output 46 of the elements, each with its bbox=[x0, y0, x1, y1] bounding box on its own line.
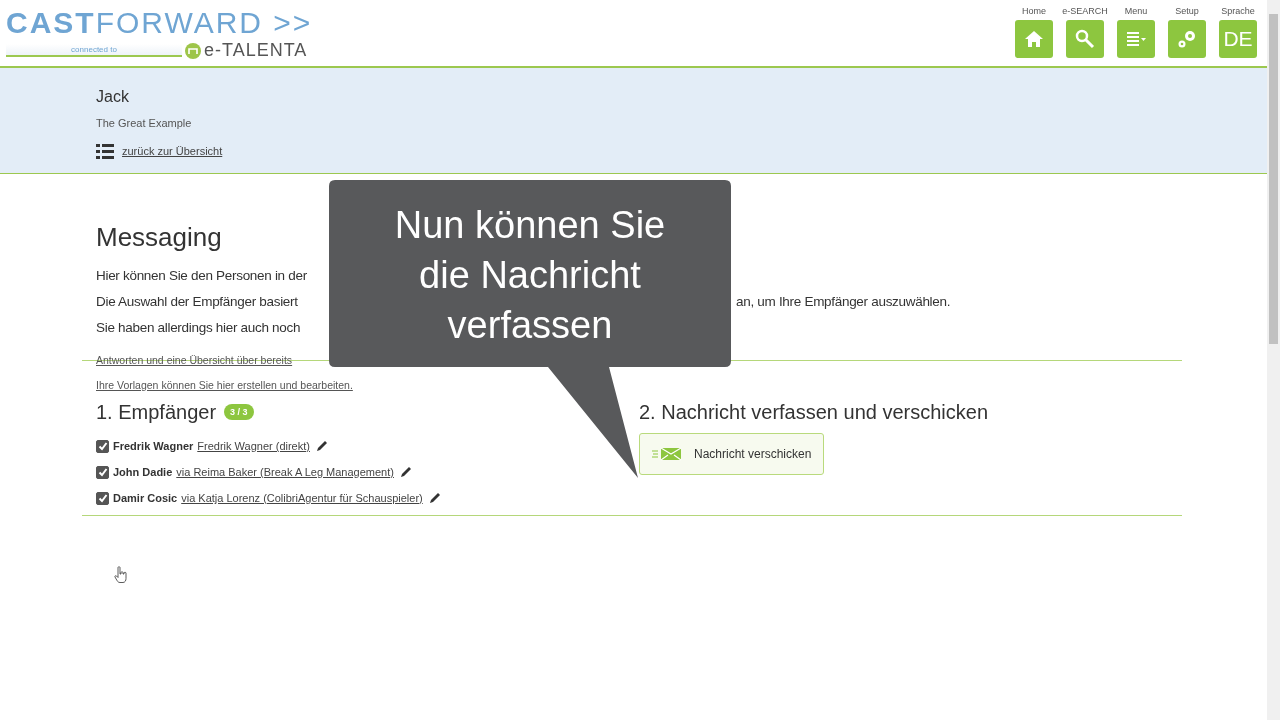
recipient-name: Damir Cosic bbox=[113, 492, 178, 504]
checkbox[interactable] bbox=[96, 491, 109, 505]
scrollbar-thumb[interactable] bbox=[1269, 14, 1278, 344]
checkbox[interactable] bbox=[96, 439, 109, 453]
back-link[interactable]: zurück zur Übersicht bbox=[122, 145, 223, 157]
profile-name: Jack bbox=[96, 87, 130, 106]
contact-link[interactable]: via Reima Baker (Break A Leg Management) bbox=[176, 466, 394, 478]
pencil-icon bbox=[398, 465, 412, 479]
profile-subtitle: The Great Example bbox=[96, 117, 193, 129]
search-icon bbox=[1074, 28, 1096, 50]
home-icon bbox=[1023, 28, 1045, 50]
partner-name: e-TALENTA bbox=[204, 40, 308, 61]
search-button[interactable] bbox=[1066, 20, 1104, 58]
pencil-icon bbox=[314, 439, 328, 453]
partner-logo-icon bbox=[185, 42, 201, 59]
contact-link[interactable]: Fredrik Wagner (direkt) bbox=[197, 440, 310, 452]
section-heading: 2. Nachricht verfassen und verschicken bbox=[639, 400, 989, 424]
count-badge: 3 / 3 bbox=[224, 404, 254, 420]
nav-label: Home bbox=[1022, 6, 1046, 16]
pencil-icon bbox=[427, 491, 441, 505]
hand-cursor-icon bbox=[114, 566, 128, 583]
gears-icon bbox=[1176, 28, 1198, 50]
info-text: Sie haben allerdings hier auch noch bbox=[96, 320, 301, 335]
scrollbar[interactable] bbox=[1267, 0, 1280, 720]
list-icon bbox=[96, 143, 114, 159]
section-title: Messaging bbox=[96, 222, 222, 253]
info-text: Die Auswahl der Empfänger basiert bbox=[96, 294, 298, 309]
menu-button[interactable] bbox=[1117, 20, 1155, 58]
section-heading: 1. Empfänger bbox=[96, 400, 217, 424]
recipient-name: Fredrik Wagner bbox=[113, 440, 194, 452]
home-button[interactable] bbox=[1015, 20, 1053, 58]
logo-tagline: connected to bbox=[6, 44, 182, 57]
nav-label: e-SEARCH bbox=[1062, 6, 1108, 16]
setup-button[interactable] bbox=[1168, 20, 1206, 58]
recipient-name: John Dadie bbox=[113, 466, 173, 478]
send-button[interactable]: Nachricht verschicken bbox=[639, 433, 825, 475]
info-link[interactable]: Ihre Vorlagen können Sie hier erstellen und bearbeiten. bbox=[96, 379, 353, 391]
envelope-icon bbox=[652, 447, 682, 461]
callout-text: Nun können Sie die Nachricht verfassen bbox=[394, 203, 666, 348]
info-text: Hier können Sie den Personen in der bbox=[96, 268, 307, 283]
contact-link[interactable]: via Katja Lorenz (ColibriAgentur für Schauspieler) bbox=[181, 492, 423, 504]
nav-label: Menu bbox=[1124, 6, 1148, 16]
info-text: an, um Ihre Empfänger auszuwählen. bbox=[736, 294, 951, 309]
nav-label: Sprache bbox=[1221, 6, 1255, 16]
checkbox[interactable] bbox=[96, 465, 109, 479]
nav-label: Setup bbox=[1175, 6, 1199, 16]
